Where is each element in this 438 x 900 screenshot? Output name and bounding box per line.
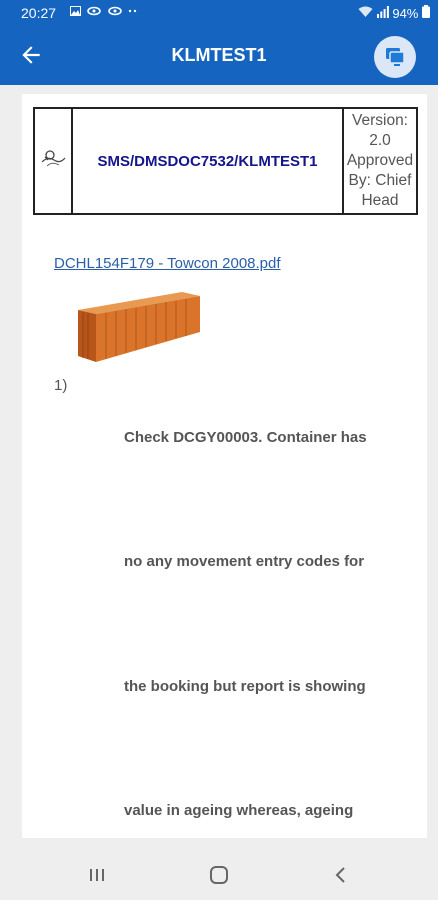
document-card: SMS/DMSDOC7532/KLMTEST1 Version: 2.0 App… [22, 94, 427, 838]
status-right: 94% [358, 5, 430, 21]
version-line: Approved [346, 152, 414, 169]
document-logo-cell [33, 107, 73, 215]
home-icon[interactable] [207, 863, 231, 887]
list-number: 1) [54, 377, 68, 394]
document-code: SMS/DMSDOC7532/KLMTEST1 [71, 107, 344, 215]
document-header-table: SMS/DMSDOC7532/KLMTEST1 Version: 2.0 App… [33, 107, 418, 215]
page-title: KLMTEST1 [171, 45, 267, 65]
attachment-link[interactable]: DCHL154F179 - Towcon 2008.pdf [54, 255, 281, 272]
screen-share-icon [386, 48, 405, 66]
status-bar: 20:27 94% [0, 0, 438, 28]
screen-share-button[interactable] [374, 36, 416, 78]
body-text-line: Check DCGY00003. Container has [124, 429, 367, 446]
dots-icon [128, 9, 137, 13]
app-bar: KLMTEST1 [0, 28, 438, 85]
version-line: By: Chief [348, 172, 412, 189]
document-version-cell: Version: 2.0 Approved By: Chief Head [342, 107, 418, 215]
body-text-line: the booking but report is showing [124, 678, 366, 695]
notification-icons [70, 5, 138, 19]
version-line: Head [361, 192, 399, 209]
system-nav-bar [0, 849, 438, 900]
signal-icon [376, 6, 389, 18]
status-time: 20:27 [21, 5, 57, 21]
version-line: Version: [351, 112, 408, 129]
battery-icon [422, 5, 430, 18]
version-line: 2.0 [369, 132, 391, 149]
image-icon [70, 6, 81, 16]
battery-level: 94% [392, 6, 419, 21]
link-icon [107, 6, 122, 16]
shipping-container-image [78, 292, 200, 362]
signature-logo-icon [41, 149, 66, 166]
body-text-line: value in ageing whereas, ageing [124, 802, 354, 819]
wifi-icon [358, 6, 373, 17]
link-icon [87, 6, 102, 16]
back-icon[interactable] [329, 863, 353, 887]
recent-apps-icon[interactable] [85, 863, 109, 887]
body-text-line: no any movement entry codes for [124, 553, 365, 570]
